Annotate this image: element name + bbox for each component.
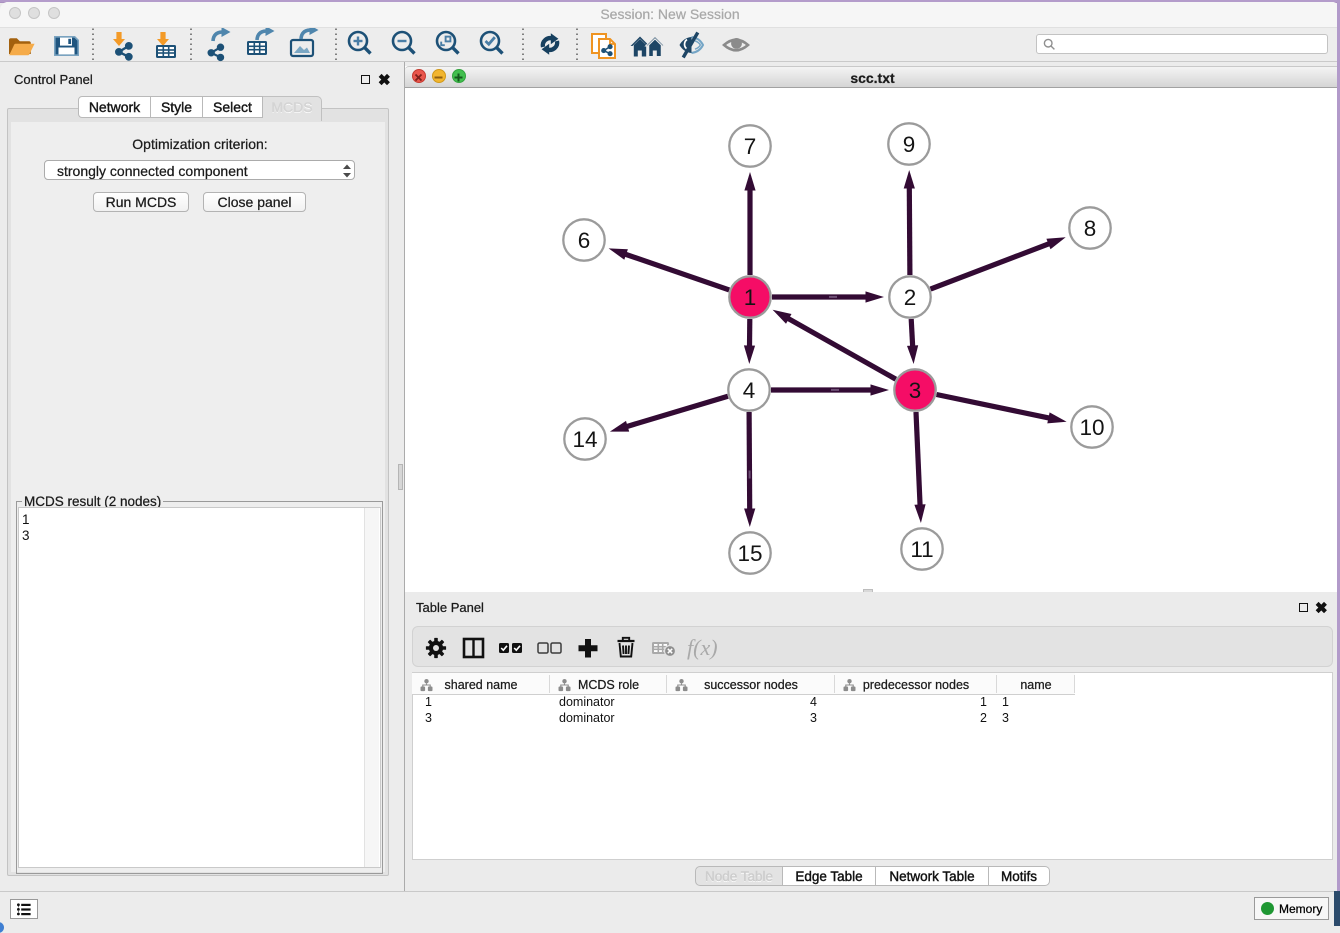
svg-text:15: 15 — [737, 541, 762, 566]
svg-text:4: 4 — [743, 378, 756, 403]
svg-text:14: 14 — [572, 427, 597, 452]
svg-text:f(x): f(x) — [687, 635, 718, 660]
svg-text:6: 6 — [578, 228, 591, 253]
svg-text:3: 3 — [909, 378, 922, 403]
svg-text:1: 1 — [744, 285, 757, 310]
svg-text:10: 10 — [1079, 415, 1104, 440]
svg-text:11: 11 — [910, 537, 933, 562]
svg-text:2: 2 — [904, 285, 917, 310]
svg-text:9: 9 — [903, 132, 916, 157]
svg-text:7: 7 — [744, 134, 757, 159]
svg-text:8: 8 — [1084, 216, 1097, 241]
